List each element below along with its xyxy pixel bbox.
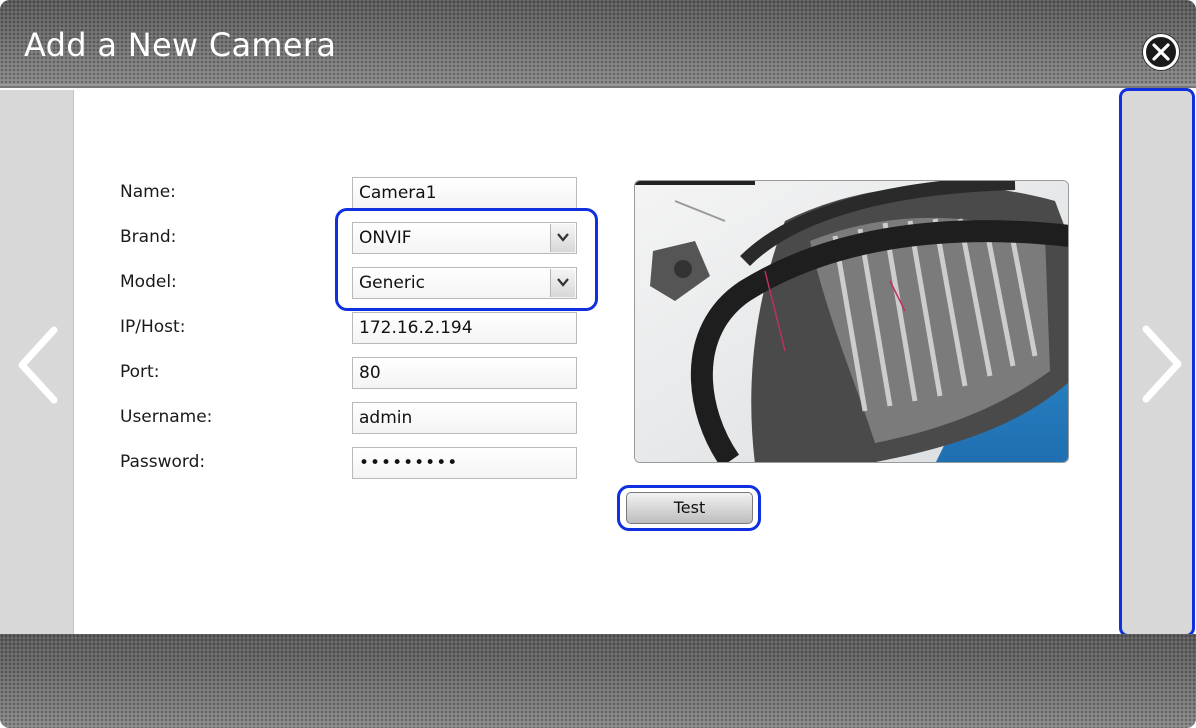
- username-field[interactable]: admin: [352, 402, 577, 434]
- chevron-right-icon: [1142, 325, 1182, 403]
- username-label: Username:: [120, 407, 213, 427]
- password-field[interactable]: •••••••••: [352, 447, 577, 479]
- test-button[interactable]: Test: [626, 492, 753, 524]
- footer-bar: [0, 634, 1196, 728]
- ip-host-label: IP/Host:: [120, 317, 186, 337]
- dialog-title: Add a New Camera: [24, 26, 337, 64]
- next-step-button[interactable]: [1119, 88, 1195, 637]
- brand-label: Brand:: [120, 227, 177, 247]
- previous-step-button[interactable]: [0, 90, 74, 634]
- name-label: Name:: [120, 182, 176, 202]
- chevron-left-icon: [18, 326, 58, 404]
- brand-model-highlight: [335, 208, 598, 311]
- model-label: Model:: [120, 272, 177, 292]
- name-field[interactable]: Camera1: [352, 177, 577, 209]
- close-icon[interactable]: [1143, 34, 1179, 70]
- add-camera-dialog: Add a New Camera Name: Camera1 Brand: ON…: [0, 0, 1196, 728]
- content-area: Name: Camera1 Brand: ONVIF Model: Generi…: [0, 88, 1196, 637]
- port-field[interactable]: 80: [352, 357, 577, 389]
- port-label: Port:: [120, 362, 160, 382]
- camera-preview-image: [634, 180, 1069, 463]
- password-label: Password:: [120, 452, 206, 472]
- title-bar: Add a New Camera: [0, 0, 1196, 86]
- ip-host-field[interactable]: 172.16.2.194: [352, 312, 577, 344]
